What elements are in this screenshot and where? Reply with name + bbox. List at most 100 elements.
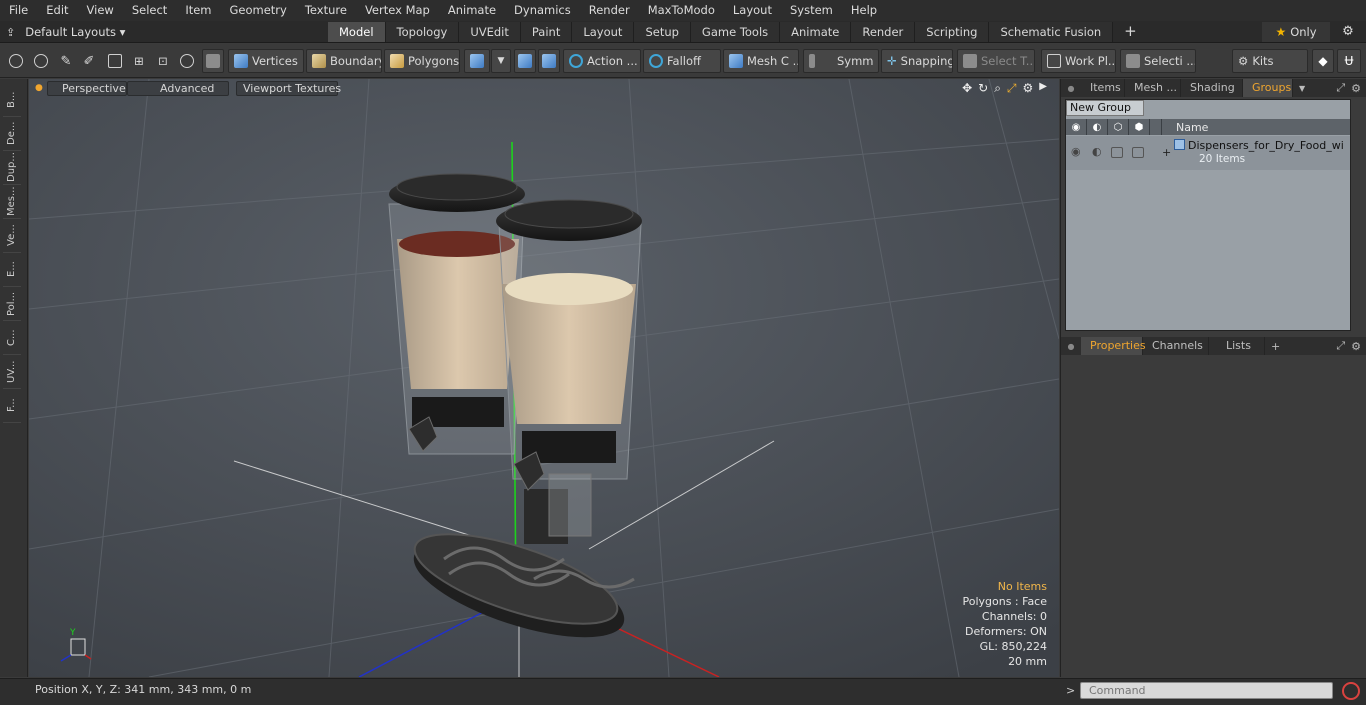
menu-item-edit[interactable]: Edit [37, 0, 77, 21]
viewport-options-dot[interactable]: ● [35, 83, 43, 93]
menu-item-layout[interactable]: Layout [724, 0, 781, 21]
unreal-button[interactable]: Ʉ [1337, 49, 1361, 73]
brush-tool[interactable]: ✐ [78, 49, 100, 73]
select-column-icon[interactable]: ⬢ [1129, 119, 1150, 135]
globe-tool[interactable] [30, 49, 52, 73]
snap-mode-a[interactable] [514, 49, 536, 73]
menu-item-dynamics[interactable]: Dynamics [505, 0, 580, 21]
square-tool[interactable]: ⊡ [152, 49, 174, 73]
add-tab-icon[interactable]: + [1113, 22, 1148, 42]
move-icon[interactable]: ✥ [962, 81, 972, 96]
item-mode-button[interactable] [202, 49, 224, 73]
mesh-constraints-button[interactable]: Mesh C ... [723, 49, 799, 73]
tab-model[interactable]: Model [328, 22, 386, 42]
3d-viewport[interactable]: Y ● Perspective Advanced Viewport Textur… [29, 79, 1059, 677]
left-tab-2[interactable]: Dup... [3, 151, 21, 185]
vertices-button[interactable]: Vertices [228, 49, 304, 73]
row-lock-checkbox[interactable] [1111, 147, 1123, 158]
advanced-dropdown[interactable]: Advanced [127, 81, 229, 96]
tab-groups[interactable]: Groups [1243, 79, 1293, 97]
boundary-button[interactable]: Boundary [306, 49, 382, 73]
gear-icon[interactable]: ⚙ [1340, 24, 1356, 40]
tab-uvedit[interactable]: UVEdit [459, 22, 521, 42]
left-tab-3[interactable]: Mes... [3, 185, 21, 219]
left-tab-4[interactable]: Ve... [3, 219, 21, 253]
tab-render[interactable]: Render [851, 22, 916, 42]
tab-setup[interactable]: Setup [634, 22, 691, 42]
menu-item-render[interactable]: Render [580, 0, 639, 21]
menu-item-select[interactable]: Select [123, 0, 176, 21]
menu-item-animate[interactable]: Animate [439, 0, 505, 21]
menu-item-vertex-map[interactable]: Vertex Map [356, 0, 439, 21]
row-render-icon[interactable]: ◐ [1092, 145, 1102, 158]
left-tab-6[interactable]: Pol... [3, 287, 21, 321]
lock-column-icon[interactable]: ⬡ [1108, 119, 1129, 135]
left-tab-5[interactable]: E... [3, 253, 21, 287]
play-icon[interactable]: ▶ [1039, 81, 1047, 96]
rotate-icon[interactable]: ↻ [978, 81, 988, 96]
selection-sets-button[interactable]: Selecti ... [1120, 49, 1196, 73]
symmetry-button[interactable]: Symm ... [803, 49, 879, 73]
command-input[interactable]: Command [1080, 682, 1333, 699]
viewport-gear-icon[interactable]: ⚙ [1023, 81, 1034, 96]
maximize-icon[interactable]: ⤢ [1007, 81, 1017, 96]
panel-menu-dot-2[interactable]: ● [1061, 342, 1081, 351]
select-circle-tool[interactable] [5, 49, 27, 73]
tab-items[interactable]: Items [1081, 79, 1125, 97]
group-row[interactable]: ◉ ◐ + Dispensers_for_Dry_Food_wi ... 20 … [1066, 136, 1350, 170]
only-toggle[interactable]: ★ Only [1262, 22, 1330, 42]
name-column-header[interactable]: Name [1162, 121, 1208, 134]
tab-paint[interactable]: Paint [520, 22, 573, 42]
tab-animate[interactable]: Animate [780, 22, 852, 42]
tab-shading[interactable]: Shading [1181, 79, 1243, 97]
menu-item-file[interactable]: File [0, 0, 37, 21]
polygons-button[interactable]: Polygons [384, 49, 460, 73]
perspective-dropdown[interactable]: Perspective [47, 81, 127, 96]
add-tab-icon[interactable]: + [1271, 340, 1280, 353]
align-tool[interactable] [104, 49, 126, 73]
select-through-button[interactable]: Select T... [957, 49, 1035, 73]
tab-schematic-fusion[interactable]: Schematic Fusion [989, 22, 1114, 42]
unity-button[interactable]: ◆ [1312, 49, 1334, 73]
menu-item-geometry[interactable]: Geometry [221, 0, 296, 21]
work-plane-button[interactable]: Work Pl... [1041, 49, 1116, 73]
tab-channels[interactable]: Channels [1143, 337, 1209, 355]
tab-scripting[interactable]: Scripting [915, 22, 990, 42]
panel-gear-icon-2[interactable]: ⚙ [1351, 340, 1361, 353]
expand-icon[interactable]: ⤢ [1336, 81, 1345, 95]
action-center-button[interactable]: Action ... [563, 49, 641, 73]
record-macro-icon[interactable] [1342, 682, 1360, 700]
snapping-button[interactable]: ✛ Snapping [881, 49, 953, 73]
tabs-dropdown-icon[interactable]: ▼ [1299, 84, 1305, 93]
menu-item-help[interactable]: Help [842, 0, 886, 21]
viewport-textures-dropdown[interactable]: Viewport Textures [236, 81, 341, 96]
left-tab-9[interactable]: F... [3, 389, 21, 423]
menu-item-view[interactable]: View [78, 0, 123, 21]
layout-lock-icon[interactable]: ⇪ [6, 26, 15, 39]
kits-button[interactable]: ⚙ Kits [1232, 49, 1308, 73]
tab-mesh[interactable]: Mesh ... [1125, 79, 1181, 97]
clock-tool[interactable] [176, 49, 198, 73]
default-layouts-dropdown[interactable]: Default Layouts ▾ [25, 25, 125, 39]
panel-gear-icon[interactable]: ⚙ [1351, 82, 1361, 95]
expand-plus-icon[interactable]: + [1162, 146, 1171, 159]
panel-menu-dot[interactable]: ● [1061, 84, 1081, 93]
tab-properties[interactable]: Properties [1081, 337, 1146, 355]
falloff-button[interactable]: Falloff [643, 49, 721, 73]
row-select-checkbox[interactable] [1132, 147, 1144, 158]
mode-dropdown[interactable]: ▼ [491, 49, 511, 73]
tab-lists[interactable]: Lists [1209, 337, 1265, 355]
pen-tool[interactable]: ✎ [55, 49, 77, 73]
tab-topology[interactable]: Topology [385, 22, 460, 42]
render-column-icon[interactable]: ◐ [1087, 119, 1108, 135]
row-eye-icon[interactable]: ◉ [1071, 145, 1081, 158]
material-mode-button[interactable] [464, 49, 490, 73]
tab-layout[interactable]: Layout [572, 22, 635, 42]
left-tab-0[interactable]: B... [3, 83, 21, 117]
visibility-column-icon[interactable]: ◉ [1066, 119, 1087, 135]
snap-mode-b[interactable] [538, 49, 560, 73]
grid-tool[interactable]: ⊞ [128, 49, 150, 73]
left-tab-8[interactable]: UV... [3, 355, 21, 389]
tab-game-tools[interactable]: Game Tools [690, 22, 781, 42]
new-group-button[interactable]: New Group [1066, 100, 1144, 116]
